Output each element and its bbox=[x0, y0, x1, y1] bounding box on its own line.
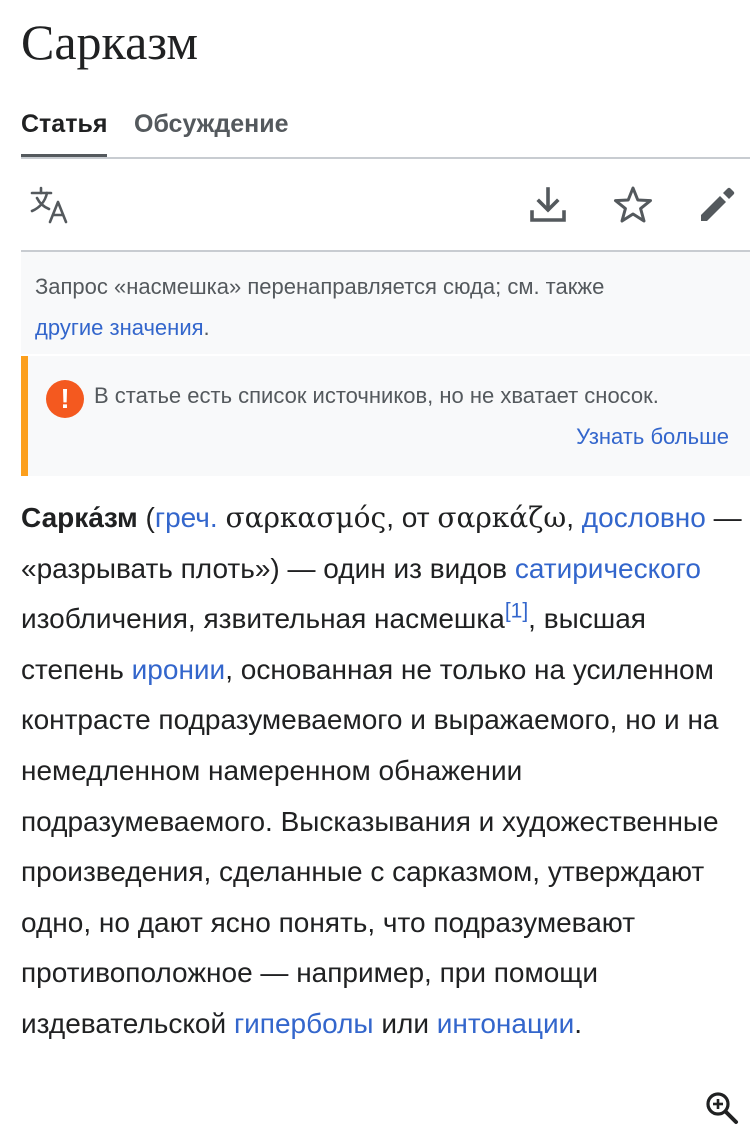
zoom-in-button[interactable] bbox=[700, 1086, 744, 1130]
learn-more-link[interactable]: Узнать больше bbox=[576, 416, 729, 457]
link-greek-language[interactable]: греч. bbox=[155, 502, 218, 533]
article-lead-paragraph: Сарка́зм (греч. σαρκασμός, от σαρκάζω, д… bbox=[21, 493, 750, 1050]
tab-article[interactable]: Статья bbox=[21, 108, 107, 140]
hatnote-link-other-meanings[interactable]: другие значения bbox=[35, 315, 204, 340]
issue-notice-text: В статье есть список источников, но не х… bbox=[94, 383, 659, 408]
tab-talk[interactable]: Обсуждение bbox=[134, 108, 289, 140]
greek-word: σαρκασμός bbox=[225, 501, 387, 534]
language-button[interactable] bbox=[21, 175, 81, 235]
link-hyperbole[interactable]: гиперболы bbox=[234, 1008, 374, 1039]
greek-word: σαρκάζω bbox=[437, 501, 567, 534]
download-button[interactable] bbox=[518, 175, 578, 235]
reference-link-1[interactable]: [1] bbox=[505, 600, 528, 623]
star-icon bbox=[614, 186, 652, 223]
article-text: , bbox=[566, 502, 575, 533]
article-term: Сарка́зм bbox=[21, 502, 138, 533]
edit-button[interactable] bbox=[687, 175, 747, 235]
warning-icon: ! bbox=[46, 380, 84, 418]
page-tabs: Статья Обсуждение bbox=[21, 108, 750, 158]
article-text: , основанная не только на усиленном конт… bbox=[21, 653, 719, 1039]
watch-star-button[interactable] bbox=[603, 175, 663, 235]
link-intonation[interactable]: интонации bbox=[437, 1008, 575, 1039]
page-title: Сарказм bbox=[21, 14, 198, 70]
pencil-icon bbox=[701, 187, 735, 221]
link-literally[interactable]: дословно bbox=[582, 502, 706, 533]
hatnote: Запрос «насмешка» перенаправляется сюда;… bbox=[21, 252, 750, 354]
tabs-divider bbox=[21, 157, 750, 159]
download-icon bbox=[530, 187, 566, 222]
issue-notice[interactable]: ! В статье есть список источников, но не… bbox=[21, 356, 750, 476]
article-text: изобличения, язвительная насмешка bbox=[21, 603, 505, 635]
page-actions-toolbar bbox=[21, 170, 750, 240]
link-satirical[interactable]: сатирического bbox=[515, 553, 701, 584]
article-text: . bbox=[574, 1007, 583, 1039]
link-irony[interactable]: иронии bbox=[132, 654, 226, 685]
article-text: или bbox=[373, 1007, 437, 1039]
article-text: ( bbox=[137, 502, 155, 533]
hatnote-period: . bbox=[203, 315, 210, 340]
hatnote-text: Запрос «насмешка» перенаправляется сюда;… bbox=[35, 274, 605, 299]
zoom-in-icon bbox=[706, 1092, 738, 1124]
article-text: , от bbox=[386, 502, 438, 533]
translate-icon bbox=[30, 186, 68, 224]
